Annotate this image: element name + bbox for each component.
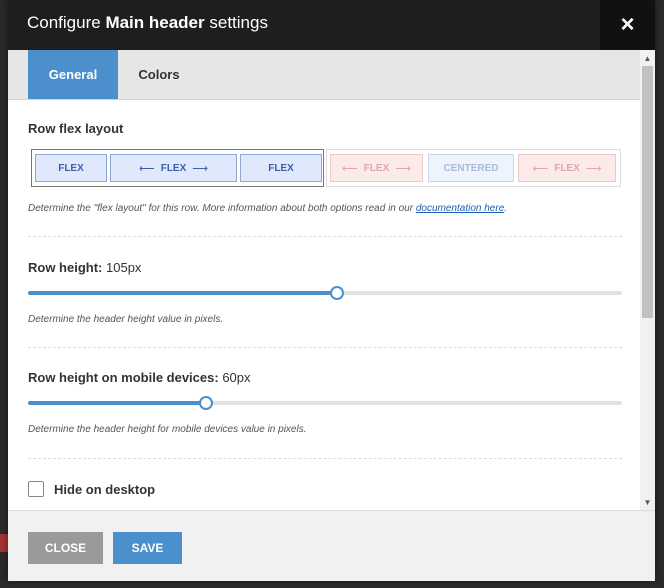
row-height-label-text: Row height: [28,260,103,275]
arrow-left-icon: ⟵ [532,162,549,175]
hide-on-desktop-label: Hide on desktop [54,481,156,497]
slider-fill [28,291,337,295]
arrow-right-icon: ⟶ [585,162,602,175]
save-button[interactable]: SAVE [113,532,182,564]
layout-cell: ⟵ FLEX ⟶ [110,154,237,182]
row-height-mobile-value: 60px [222,370,251,385]
layout-cell-label: FLEX [554,162,580,174]
row-height-mobile-label-text: Row height on mobile devices: [28,370,219,385]
tab-colors[interactable]: Colors [118,50,200,99]
layout-cell: FLEX [240,154,322,182]
settings-dialog: Configure Main header settings × General… [8,0,655,581]
layout-cell: CENTERED [428,154,514,182]
row-height-hint: Determine the header height value in pix… [28,314,224,325]
scrollbar-thumb[interactable] [642,66,653,318]
row-height-mobile-label: Row height on mobile devices: 60px [28,370,251,385]
row-height-label: Row height: 105px [28,260,141,275]
hint-end: . [504,203,508,214]
dialog-header: Configure Main header settings × [8,0,655,50]
dialog-title: Configure Main header settings [27,13,268,33]
slider-thumb[interactable] [330,286,344,300]
row-height-value: 105px [106,260,142,275]
arrow-left-icon: ⟵ [138,162,155,175]
background-accent [0,534,8,552]
arrow-right-icon: ⟶ [192,162,209,175]
row-height-slider[interactable] [28,286,622,300]
hide-on-desktop-row[interactable]: Hide on desktop [28,481,155,497]
row-flex-layout-label: Row flex layout [28,121,124,136]
dialog-footer: CLOSE SAVE [8,510,655,581]
layout-option-flex-centered-flex[interactable]: ⟵ FLEX ⟶ CENTERED ⟵ FLEX ⟶ [326,149,621,187]
row-height-mobile-slider[interactable] [28,396,622,410]
dialog-title-suffix: settings [204,13,268,32]
layout-option-flex-flex-flex[interactable]: FLEX ⟵ FLEX ⟶ FLEX [31,149,324,187]
scrollbar[interactable]: ▲ ▼ [640,50,655,510]
row-flex-layout-hint: Determine the "flex layout" for this row… [28,203,507,214]
close-icon[interactable]: × [600,0,655,50]
divider [28,458,622,459]
tab-general[interactable]: General [28,50,118,99]
documentation-link[interactable]: documentation here [416,203,504,214]
dialog-title-bold: Main header [105,13,205,32]
dialog-title-prefix: Configure [27,13,106,32]
layout-cell: FLEX [35,154,107,182]
arrow-right-icon: ⟶ [395,162,412,175]
layout-cell-label: FLEX [160,162,187,174]
layout-cell-label: FLEX [363,162,390,174]
arrow-left-icon: ⟵ [341,162,358,175]
scroll-down-arrow-icon[interactable]: ▼ [640,494,655,510]
scroll-up-arrow-icon[interactable]: ▲ [640,50,655,66]
row-height-mobile-hint: Determine the header height for mobile d… [28,424,307,435]
tab-bar: General Colors [8,50,640,100]
settings-content: Row flex layout FLEX ⟵ FLEX ⟶ FLEX ⟵ FLEX ⟶ … [8,100,640,510]
slider-fill [28,401,206,405]
hide-on-desktop-checkbox[interactable] [28,481,44,497]
layout-cell: ⟵ FLEX ⟶ [518,154,616,182]
slider-thumb[interactable] [199,396,213,410]
hint-text: Determine the "flex layout" for this row… [28,203,416,214]
divider [28,347,622,348]
layout-cell: ⟵ FLEX ⟶ [330,154,423,182]
close-button[interactable]: CLOSE [28,532,103,564]
divider [28,236,622,237]
